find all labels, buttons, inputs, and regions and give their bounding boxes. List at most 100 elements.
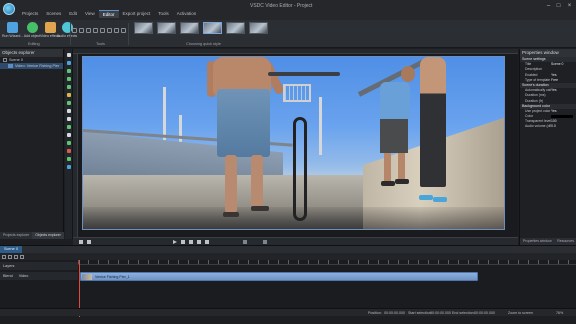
tab-objects-explorer[interactable]: Objects explorer (32, 232, 64, 239)
video-preview[interactable] (82, 56, 505, 230)
tree-item-label: Video: Venice Fishing Pier (15, 64, 60, 68)
expand-icon[interactable] (3, 58, 7, 62)
align-tool-icon[interactable] (86, 28, 91, 33)
quick-style-thumb[interactable] (180, 22, 199, 34)
previous-frame-icon[interactable] (189, 240, 193, 244)
figure-shoe (381, 181, 395, 186)
layers-icon[interactable] (20, 254, 24, 259)
prop-row[interactable]: Audio volume (dB) 0.0 (520, 124, 576, 129)
tab-scene[interactable]: Scene 0 (0, 246, 22, 253)
shape-tool-icon[interactable] (67, 69, 71, 73)
figure-head (401, 66, 415, 82)
menu-view[interactable]: View (81, 10, 99, 18)
text-tool-icon[interactable] (67, 61, 71, 65)
add-layer-icon[interactable] (14, 254, 18, 259)
quick-style-thumb[interactable] (203, 22, 222, 34)
chart-tool-icon[interactable] (67, 125, 71, 129)
play-icon[interactable] (173, 240, 177, 244)
menu-scenes[interactable]: Scenes (42, 10, 65, 18)
minimize-icon[interactable]: – (544, 2, 553, 10)
loop-icon[interactable] (205, 240, 209, 244)
tree-item-video[interactable]: Video: Venice Fishing Pier (0, 63, 63, 69)
tab-properties-window[interactable]: Properties window (523, 238, 552, 245)
prop-value[interactable]: Yes (551, 109, 576, 114)
add-object-button[interactable]: Add object (22, 22, 42, 38)
cursor-tool-icon[interactable] (67, 53, 71, 57)
lamp-post (319, 97, 322, 155)
figure-leg (225, 155, 237, 213)
menu-tools[interactable]: Tools (154, 10, 173, 18)
video-clip[interactable]: Venice Fishing Pier_1 (80, 272, 478, 281)
next-frame-icon[interactable] (197, 240, 201, 244)
color-swatch[interactable] (551, 115, 573, 119)
track-layers[interactable]: Layers (0, 262, 78, 270)
ellipse-tool-icon[interactable] (67, 117, 71, 121)
close-icon[interactable]: × (565, 2, 574, 10)
add-object-icon (26, 22, 38, 33)
zoom-out-icon[interactable] (79, 240, 83, 244)
drawing-toolstrip (65, 49, 73, 239)
quick-style-thumb[interactable] (226, 22, 245, 34)
layer-down-icon[interactable] (100, 28, 105, 33)
right-panel-tabs: Properties window Resources (520, 238, 576, 245)
menu-edit[interactable]: Edit (65, 10, 81, 18)
scene-stage[interactable] (73, 49, 518, 237)
visibility-icon[interactable] (8, 254, 12, 259)
split-icon[interactable] (263, 240, 267, 244)
subtitle-tool-icon[interactable] (67, 133, 71, 137)
layer-up-icon[interactable] (93, 28, 98, 33)
line-tool-icon[interactable] (67, 101, 71, 105)
menu-export-project[interactable]: Export project (119, 10, 155, 18)
group-tool-icon[interactable] (121, 28, 126, 33)
tab-resources[interactable]: Resources (557, 238, 574, 245)
status-start: 00:00:00.000 (430, 311, 451, 315)
cut-tool-icon[interactable] (107, 28, 112, 33)
track-video[interactable]: Blend Video (0, 272, 78, 280)
wand-icon (6, 22, 18, 33)
timeline-ruler[interactable] (78, 260, 576, 265)
menu-activation[interactable]: Activation (173, 10, 201, 18)
sprite-tool-icon[interactable] (67, 141, 71, 145)
quick-style-thumb[interactable] (157, 22, 176, 34)
quick-style-thumb[interactable] (249, 22, 268, 34)
menu-projects[interactable]: Projects (18, 10, 42, 18)
properties-panel: Properties window Scene settings Title Sc… (519, 49, 576, 245)
quick-style-thumb[interactable] (134, 22, 153, 34)
zoom-in-icon[interactable] (87, 240, 91, 244)
clip-thumbnail (82, 274, 92, 280)
crop-tool-icon[interactable] (72, 28, 77, 33)
run-wizard-label: Run Wizard... (2, 34, 24, 38)
rotate-tool-icon[interactable] (79, 28, 84, 33)
bike-handlebar (268, 72, 340, 76)
status-position-label: Position: (368, 311, 382, 315)
figure-leg (398, 153, 405, 181)
rectangle-tool-icon[interactable] (67, 109, 71, 113)
prop-value[interactable]: 0.0 (551, 124, 576, 129)
prop-row[interactable]: Duration (fr) (520, 99, 576, 104)
lock-icon[interactable] (2, 254, 6, 259)
app-logo-icon[interactable] (3, 3, 15, 15)
effect-tool-icon[interactable] (67, 157, 71, 161)
title-bar: Projects Scenes Edit View Editor Export … (0, 0, 576, 20)
blend-mode-select[interactable]: Blend (3, 272, 13, 280)
menu-editor[interactable]: Editor (98, 10, 119, 18)
status-zoom[interactable]: 76% (556, 309, 563, 317)
image-tool-icon[interactable] (67, 77, 71, 81)
ribbon-toolbar: Run Wizard... Add object Video effects A… (0, 20, 576, 48)
video-tool-icon[interactable] (67, 85, 71, 89)
editing-group-label: Editing (28, 42, 40, 46)
window-title: VSDC Video Editor - Project (250, 3, 313, 9)
left-panel-tabs: Projects explorer Objects explorer (0, 232, 64, 239)
stop-icon[interactable] (181, 240, 185, 244)
marker-icon[interactable] (243, 240, 247, 244)
prop-value[interactable] (551, 99, 576, 104)
maximize-icon[interactable]: □ (554, 2, 563, 10)
prop-value[interactable]: Free (551, 78, 576, 83)
timeline-toolbar (0, 253, 576, 260)
animation-tool-icon[interactable] (67, 165, 71, 169)
tab-projects-explorer[interactable]: Projects explorer (0, 232, 32, 239)
run-wizard-button[interactable]: Run Wizard... (2, 22, 24, 38)
record-tool-icon[interactable] (67, 149, 71, 153)
audio-tool-icon[interactable] (67, 93, 71, 97)
split-tool-icon[interactable] (114, 28, 119, 33)
